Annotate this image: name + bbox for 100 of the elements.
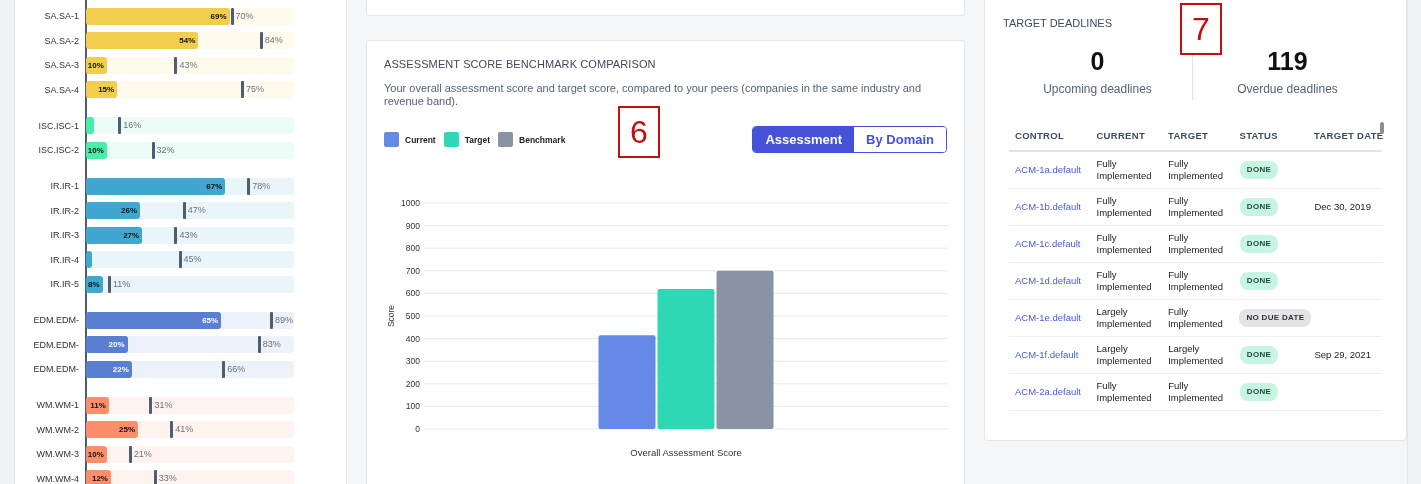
stat-label: Upcoming deadlines (1042, 82, 1153, 96)
target-value: 32% (156, 144, 175, 155)
bar-value: 15% (97, 85, 116, 95)
table-cell-text: Largely Implemented (1095, 306, 1153, 330)
status-badge: DONE (1239, 161, 1279, 179)
row-label: SA.SA-3 (43, 60, 80, 71)
status-badge: DONE (1239, 272, 1279, 290)
row-label: EDM.EDM- (32, 315, 80, 326)
bar-value: 27% (122, 230, 141, 240)
target-value: 70% (235, 10, 254, 21)
control-link[interactable]: ACM-1e.default (1015, 312, 1081, 323)
legend-label: Current (405, 134, 436, 145)
target-value: 43% (179, 59, 198, 70)
table-cell-text: Fully Implemented (1167, 158, 1225, 182)
bar-value: 10% (86, 449, 105, 459)
column-header: TARGET (1167, 130, 1210, 142)
table-cell-text: Sep 29, 2021 (1313, 349, 1372, 361)
control-link[interactable]: ACM-2a.default (1015, 386, 1081, 397)
table-cell-text: Fully Implemented (1095, 195, 1153, 219)
callout-marker: 6 (618, 106, 660, 158)
toggle-tab[interactable]: Assessment (753, 127, 855, 152)
stat-value: 119 (1266, 47, 1309, 76)
bar-value: 54% (178, 36, 197, 46)
axis-tick-label: 500 (405, 311, 420, 321)
row-label: SA.SA-1 (43, 11, 80, 22)
bar-value: 67% (205, 181, 224, 191)
target-value: 41% (175, 424, 194, 435)
control-link[interactable]: ACM-1b.default (1015, 201, 1081, 212)
axis-tick-label: 900 (405, 220, 420, 231)
legend-label: Target (464, 134, 491, 145)
row-label: WM.WM-2 (35, 424, 80, 435)
legend-label: Benchmark (519, 134, 566, 145)
row-label: WM.WM-3 (35, 449, 80, 460)
table-cell-text: Fully Implemented (1095, 380, 1153, 404)
table-cell-text: Fully Implemented (1167, 380, 1225, 404)
target-value: 47% (187, 205, 206, 216)
row-label: EDM.EDM- (32, 364, 80, 375)
bar-value: 22% (111, 364, 130, 374)
table-cell-text: Dec 30, 2019 (1313, 201, 1372, 213)
target-value: 21% (133, 448, 152, 459)
axis-tick-label: 100 (405, 401, 420, 412)
column-header: CURRENT (1095, 130, 1146, 142)
row-label: ISC.ISC-1 (37, 120, 80, 131)
row-label: EDM.EDM- (32, 339, 80, 350)
column-header: CONTROL (1014, 130, 1066, 142)
row-label: SA.SA-2 (43, 35, 80, 46)
control-link[interactable]: ACM-1f.default (1015, 349, 1079, 360)
target-value: 84% (264, 35, 283, 46)
bar-value: 12% (90, 474, 109, 484)
row-label: SA.SA-4 (43, 84, 80, 95)
target-value: 16% (123, 120, 142, 131)
callout-marker: 7 (1180, 3, 1222, 55)
row-label: ISC.ISC-2 (37, 145, 80, 156)
bar-value: 26% (120, 206, 139, 216)
row-label: WM.WM-1 (35, 400, 80, 411)
bar-value: 25% (118, 425, 136, 435)
row-label: IR.IR-2 (49, 205, 80, 216)
axis-tick-label: 400 (405, 333, 420, 344)
row-label: WM.WM-4 (35, 473, 80, 484)
bar-value: 65% (201, 315, 220, 325)
table-cell-text: Fully Implemented (1167, 232, 1225, 256)
status-badge: DONE (1239, 235, 1279, 253)
table-cell-text: Fully Implemented (1167, 269, 1225, 293)
row-label: IR.IR-1 (49, 181, 80, 192)
bar-value: 10% (86, 60, 105, 70)
control-link[interactable]: ACM-1d.default (1015, 275, 1081, 286)
control-link[interactable]: ACM-1c.default (1015, 238, 1081, 249)
table-cell-text: Fully Implemented (1095, 232, 1153, 256)
control-link[interactable]: ACM-1a.default (1015, 164, 1081, 175)
column-header: TARGET DATE (1313, 130, 1382, 142)
status-badge: DONE (1239, 383, 1279, 401)
card-description: Your overall assessment score and target score, compared to your peers (companies in the same industry and revenue band). (384, 82, 923, 108)
scrollbar-track[interactable] (1407, 0, 1421, 484)
axis-tick-label: 700 (405, 265, 420, 276)
status-badge: DONE (1239, 198, 1279, 216)
stat-label: Overdue deadlines (1236, 82, 1339, 96)
status-badge: NO DUE DATE (1239, 309, 1312, 327)
table-cell-text: Fully Implemented (1095, 269, 1153, 293)
row-label: IR.IR-3 (49, 230, 80, 241)
stat-value: 0 (1089, 47, 1106, 76)
card-title: ASSESSMENT SCORE BENCHMARK COMPARISON (384, 58, 657, 70)
axis-tick-label: 600 (405, 288, 420, 299)
target-value: 43% (179, 229, 198, 240)
axis-tick-label: 300 (405, 356, 420, 367)
target-value: 66% (227, 363, 246, 374)
axis-title: Score (386, 304, 396, 328)
target-value: 83% (262, 339, 281, 350)
row-label: IR.IR-5 (49, 279, 80, 290)
bar-value: 20% (107, 340, 126, 350)
table-cell-text: Fully Implemented (1167, 195, 1225, 219)
row-label: IR.IR-4 (49, 254, 80, 265)
target-value: 11% (112, 278, 131, 289)
scrollbar-thumb[interactable] (1380, 122, 1384, 134)
status-badge: DONE (1239, 346, 1279, 364)
target-value: 75% (246, 84, 264, 95)
bar-value: 11% (89, 400, 107, 410)
target-value: 45% (183, 254, 202, 265)
target-value: 78% (252, 180, 271, 191)
axis-tick-label: 800 (405, 243, 420, 254)
column-header: STATUS (1238, 130, 1279, 142)
